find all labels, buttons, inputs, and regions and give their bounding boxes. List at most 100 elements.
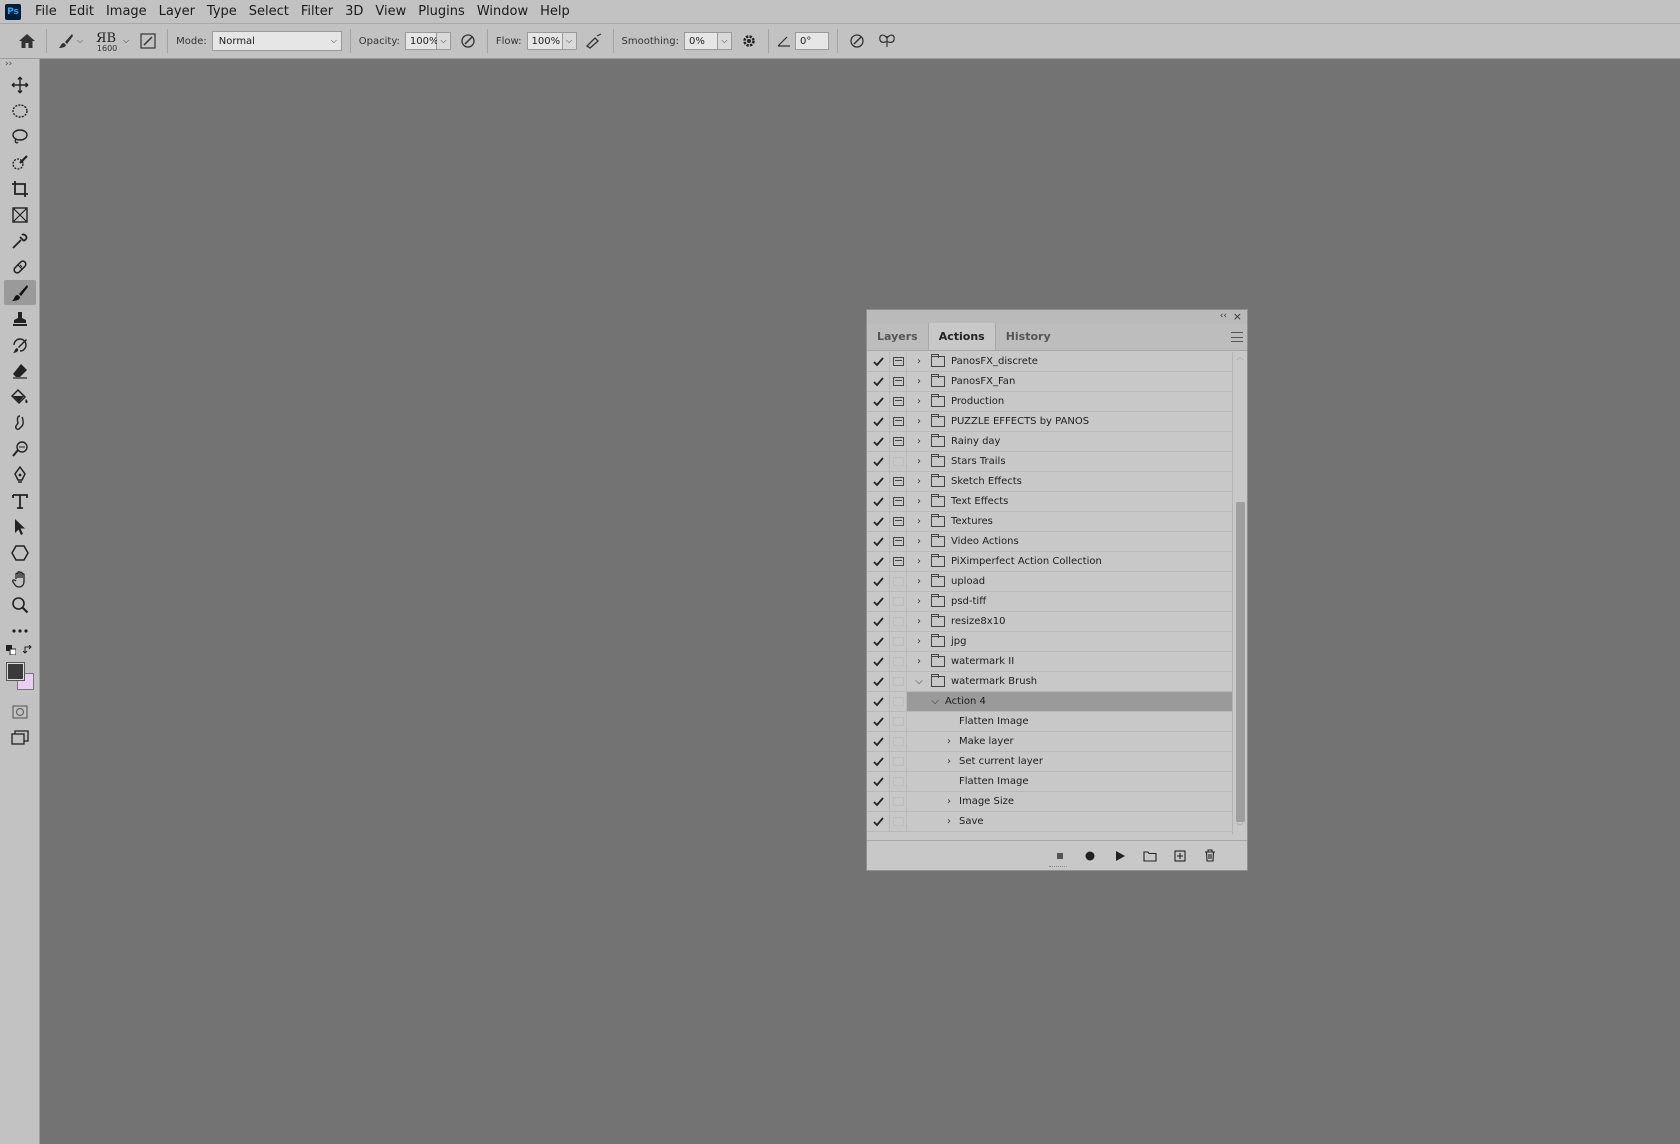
row-label-area[interactable]: › upload xyxy=(907,572,1232,591)
toggle-dialog-checkbox[interactable] xyxy=(889,371,907,392)
chevron-right-icon[interactable]: › xyxy=(941,736,957,747)
toggle-item-checkbox[interactable] xyxy=(867,472,889,492)
scroll-thumb[interactable] xyxy=(1236,502,1245,822)
action-set-row[interactable]: › Stars Trails xyxy=(867,451,1232,472)
frame-tool[interactable] xyxy=(4,202,36,227)
menu-window[interactable]: Window xyxy=(471,0,534,24)
brush-preset-picker[interactable] xyxy=(55,30,77,52)
elliptical-marquee-tool[interactable] xyxy=(4,98,36,123)
row-label-area[interactable]: › Make layer xyxy=(907,732,1232,751)
action-set-row[interactable]: › PanosFX_Fan xyxy=(867,371,1232,392)
toggle-dialog-checkbox[interactable] xyxy=(889,611,907,632)
action-step-row[interactable]: › Save xyxy=(867,811,1232,832)
toggle-dialog-checkbox[interactable] xyxy=(889,791,907,812)
toggle-item-checkbox[interactable] xyxy=(867,372,889,392)
smoothing-options-button[interactable] xyxy=(738,30,760,52)
menu-filter[interactable]: Filter xyxy=(295,0,339,24)
chevron-right-icon[interactable]: › xyxy=(941,816,957,827)
toggle-item-checkbox[interactable] xyxy=(867,772,889,792)
angle-input[interactable]: 0° xyxy=(794,32,829,50)
brush-settings-toggle[interactable] xyxy=(137,30,159,52)
smoothing-dropdown[interactable]: ⌵ xyxy=(717,32,732,50)
pressure-opacity-toggle[interactable] xyxy=(457,30,479,52)
toggle-item-checkbox[interactable] xyxy=(867,632,889,652)
action-step-row[interactable]: › Set current layer xyxy=(867,751,1232,772)
chevron-right-icon[interactable]: › xyxy=(911,396,927,407)
pressure-size-toggle[interactable] xyxy=(846,30,868,52)
action-set-row[interactable]: › PanosFX_discrete xyxy=(867,352,1232,372)
row-label-area[interactable]: › Save xyxy=(907,812,1232,831)
menu-layer[interactable]: Layer xyxy=(153,0,201,24)
smoothing-input[interactable]: 0% xyxy=(683,32,718,50)
tab-history[interactable]: History xyxy=(996,323,1061,350)
chevron-right-icon[interactable]: › xyxy=(911,516,927,527)
toggle-item-checkbox[interactable] xyxy=(867,572,889,592)
crop-tool[interactable] xyxy=(4,176,36,201)
action-set-row[interactable]: › Rainy day xyxy=(867,431,1232,452)
row-label-area[interactable]: › Production xyxy=(907,392,1232,411)
new-set-button[interactable] xyxy=(1135,844,1165,868)
toggle-dialog-checkbox[interactable] xyxy=(889,471,907,492)
toggle-item-checkbox[interactable] xyxy=(867,512,889,532)
toggle-item-checkbox[interactable] xyxy=(867,652,889,672)
blur-tool[interactable] xyxy=(4,410,36,435)
row-label-area[interactable]: › watermark II xyxy=(907,652,1232,671)
toggle-dialog-checkbox[interactable] xyxy=(889,352,907,372)
row-label-area[interactable]: › Image Size xyxy=(907,792,1232,811)
menu-image[interactable]: Image xyxy=(100,0,153,24)
chevron-right-icon[interactable]: › xyxy=(941,796,957,807)
chevron-down-icon[interactable]: ⌵ xyxy=(927,696,943,707)
action-step-row[interactable]: Flatten Image xyxy=(867,711,1232,732)
chevron-right-icon[interactable]: › xyxy=(911,416,927,427)
symmetry-button[interactable] xyxy=(876,30,898,52)
toggle-item-checkbox[interactable] xyxy=(867,412,889,432)
chevron-right-icon[interactable]: › xyxy=(911,496,927,507)
history-brush-tool[interactable] xyxy=(4,332,36,357)
toggle-item-checkbox[interactable] xyxy=(867,592,889,612)
flow-input[interactable]: 100% xyxy=(526,32,563,50)
toggle-item-checkbox[interactable] xyxy=(867,752,889,772)
quick-mask-button[interactable] xyxy=(4,699,36,724)
move-tool[interactable] xyxy=(4,72,36,97)
default-colors-icon[interactable] xyxy=(6,645,16,655)
toggle-dialog-checkbox[interactable] xyxy=(889,711,907,732)
toggle-item-checkbox[interactable] xyxy=(867,532,889,552)
screen-mode-button[interactable] xyxy=(4,725,36,750)
chevron-right-icon[interactable]: › xyxy=(911,656,927,667)
chevron-right-icon[interactable]: › xyxy=(911,436,927,447)
action-set-row[interactable]: › Sketch Effects xyxy=(867,471,1232,492)
dodge-tool[interactable] xyxy=(4,436,36,461)
toggle-dialog-checkbox[interactable] xyxy=(889,771,907,792)
action-set-row[interactable]: › jpg xyxy=(867,631,1232,652)
scroll-up-icon[interactable]: ︿ xyxy=(1233,352,1247,364)
chevron-down-icon[interactable]: ⌵ xyxy=(123,36,129,46)
chevron-right-icon[interactable]: › xyxy=(911,576,927,587)
action-set-row[interactable]: › Textures xyxy=(867,511,1232,532)
menu-file[interactable]: File xyxy=(29,0,63,24)
action-set-row[interactable]: › Production xyxy=(867,391,1232,412)
path-selection-tool[interactable] xyxy=(4,514,36,539)
action-row[interactable]: ⌵ Action 4 xyxy=(867,691,1232,712)
chevron-right-icon[interactable]: › xyxy=(911,616,927,627)
menu-type[interactable]: Type xyxy=(201,0,243,24)
chevron-right-icon[interactable]: › xyxy=(911,596,927,607)
opacity-input[interactable]: 100% xyxy=(404,32,438,50)
chevron-right-icon[interactable]: › xyxy=(941,756,957,767)
toggle-dialog-checkbox[interactable] xyxy=(889,411,907,432)
toggle-dialog-checkbox[interactable] xyxy=(889,431,907,452)
row-label-area[interactable]: Flatten Image xyxy=(907,712,1232,731)
stop-button[interactable] xyxy=(1045,844,1075,868)
home-button[interactable] xyxy=(16,30,38,52)
row-label-area[interactable]: ⌵ watermark Brush xyxy=(907,672,1232,691)
toggle-dialog-checkbox[interactable] xyxy=(889,511,907,532)
chevron-down-icon[interactable]: ⌵ xyxy=(911,676,927,687)
scroll-down-icon[interactable]: ﹀ xyxy=(1233,822,1247,834)
tab-layers[interactable]: Layers xyxy=(867,323,928,350)
edit-toolbar-button[interactable] xyxy=(4,618,36,643)
toggle-dialog-checkbox[interactable] xyxy=(889,571,907,592)
chevron-right-icon[interactable]: › xyxy=(911,636,927,647)
row-label-area[interactable]: › resize8x10 xyxy=(907,612,1232,631)
swap-colors-icon[interactable] xyxy=(23,645,33,655)
toggle-item-checkbox[interactable] xyxy=(867,352,889,372)
opacity-dropdown[interactable]: ⌵ xyxy=(436,32,451,50)
